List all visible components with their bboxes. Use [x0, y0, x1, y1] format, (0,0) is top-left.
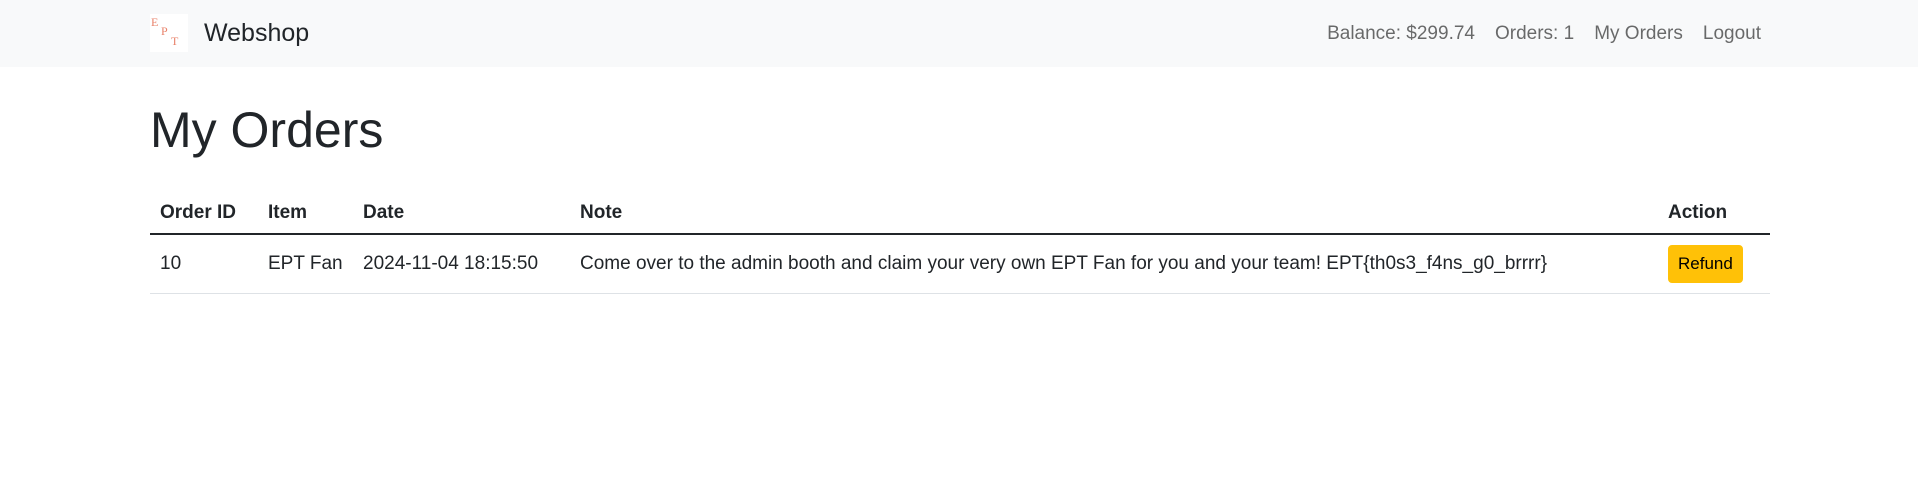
top-navbar: E P T Webshop Balance: $299.74 Orders: 1… — [0, 0, 1918, 67]
navbar-right: Balance: $299.74 Orders: 1 My Orders Log… — [1307, 0, 1761, 67]
page-title: My Orders — [150, 102, 384, 158]
svg-text:E: E — [151, 15, 158, 29]
svg-text:P: P — [161, 24, 168, 38]
balance-display: Balance: $299.74 — [1327, 22, 1475, 44]
header-action: Action — [1658, 194, 1770, 235]
my-orders-link[interactable]: My Orders — [1594, 23, 1683, 45]
svg-text:T: T — [171, 34, 179, 48]
header-order-id: Order ID — [150, 194, 258, 235]
header-item: Item — [258, 194, 353, 235]
table-header-row: Order ID Item Date Note Action — [150, 194, 1770, 235]
cell-note: Come over to the admin booth and claim y… — [570, 234, 1658, 294]
ept-logo: E P T — [150, 14, 188, 52]
header-date: Date — [353, 194, 570, 235]
brand-link[interactable]: E P T Webshop — [150, 14, 309, 52]
cell-date: 2024-11-04 18:15:50 — [353, 234, 570, 294]
header-note: Note — [570, 194, 1658, 235]
logout-link[interactable]: Logout — [1703, 23, 1761, 45]
cell-item: EPT Fan — [258, 234, 353, 294]
cell-action: Refund — [1658, 234, 1770, 294]
brand-name: Webshop — [204, 18, 310, 47]
refund-button[interactable]: Refund — [1668, 245, 1743, 283]
orders-table: Order ID Item Date Note Action 10 EPT Fa… — [150, 194, 1770, 294]
cell-order-id: 10 — [150, 234, 258, 294]
orders-count: Orders: 1 — [1494, 22, 1575, 44]
table-row: 10 EPT Fan 2024-11-04 18:15:50 Come over… — [150, 234, 1770, 294]
